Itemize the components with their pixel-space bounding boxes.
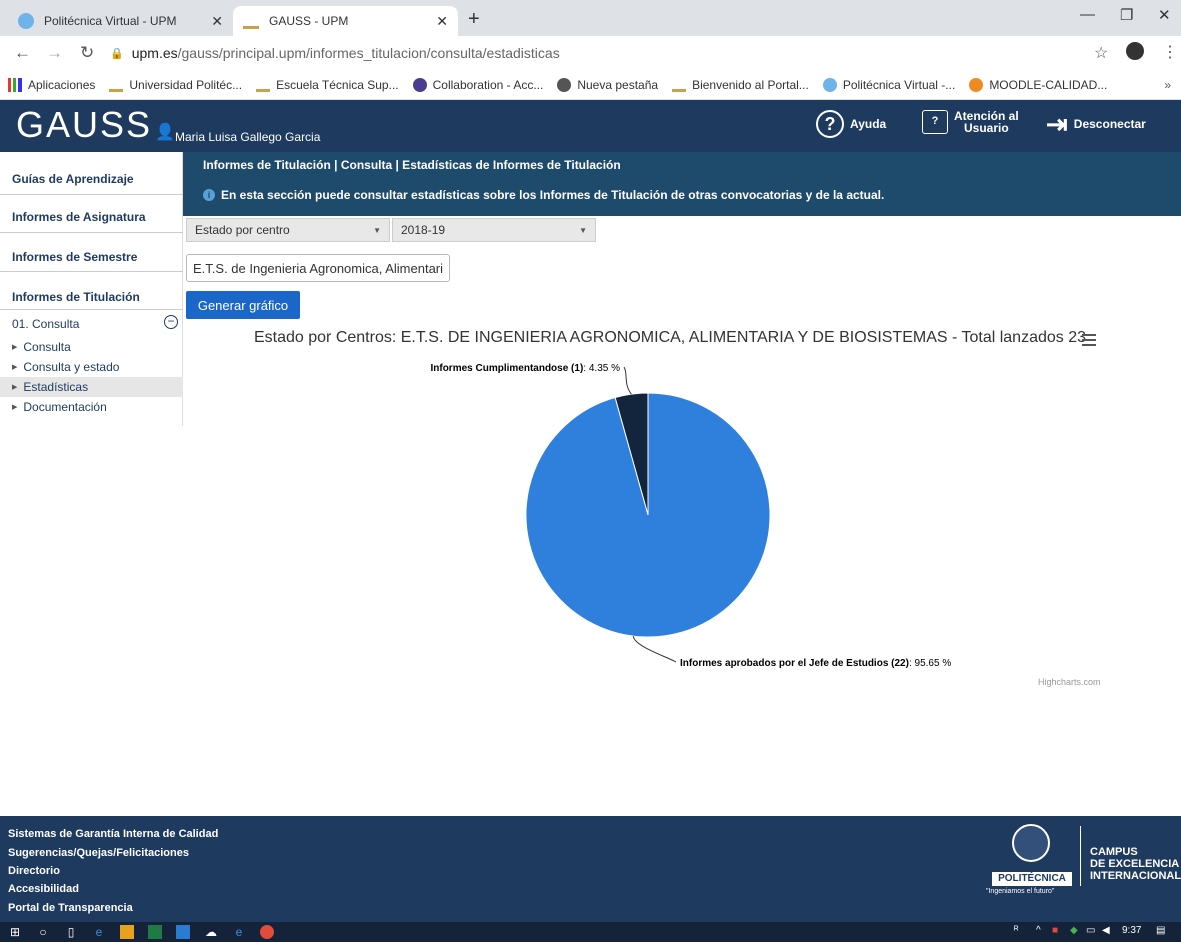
footer-link-sugerencias[interactable]: Sugerencias/Quejas/Felicitaciones [8, 847, 189, 859]
pie-slice[interactable] [525, 392, 771, 638]
notifications-icon[interactable]: ▤ [1156, 925, 1165, 936]
divider [1080, 826, 1081, 886]
excel-icon[interactable] [148, 925, 162, 939]
chrome-icon[interactable] [260, 925, 274, 939]
campus-excelencia: CAMPUS DE EXCELENCIA INTERNACIONAL [1090, 846, 1181, 882]
upm-crest-icon [1012, 824, 1050, 862]
footer-link-directorio[interactable]: Directorio [8, 865, 60, 877]
footer-link-accesibilidad[interactable]: Accesibilidad [8, 883, 79, 895]
data-label: Informes aprobados por el Jefe de Estudi… [680, 658, 951, 669]
footer-link-transparencia[interactable]: Portal de Transparencia [8, 902, 133, 914]
people-icon[interactable]: ᴿ [1014, 925, 1019, 936]
tray-chevron-icon[interactable]: ^ [1036, 925, 1041, 936]
clock: 9:37 [1122, 925, 1142, 936]
security-icon[interactable]: ◆ [1070, 925, 1078, 936]
highcharts-credits[interactable]: Highcharts.com [1038, 677, 1101, 687]
upm-motto: "Ingeniamos el futuro" [986, 888, 1055, 895]
task-view-icon[interactable]: ▯ [64, 925, 78, 939]
pie-chart: Informes Cumplimentandose (1): 4.35 % Inf… [430, 363, 951, 669]
windows-start-icon[interactable]: ⊞ [8, 925, 22, 939]
volume-icon[interactable]: ◀ [1102, 925, 1110, 936]
data-label: Informes Cumplimentandose (1): 4.35 % [430, 363, 620, 374]
ie-icon[interactable]: e [232, 925, 246, 939]
search-icon[interactable]: ○ [36, 925, 50, 939]
network-icon[interactable]: ▭ [1086, 925, 1095, 936]
upm-logo: POLITÉCNICA [992, 872, 1072, 886]
cloud-icon[interactable]: ☁ [204, 925, 218, 939]
connector-line [623, 366, 632, 395]
edge-icon[interactable]: e [92, 925, 106, 939]
outlook-icon[interactable] [120, 925, 134, 939]
pdf-icon[interactable]: ■ [1052, 925, 1058, 936]
connector-line [632, 635, 677, 663]
windows-taskbar: ⊞ ○ ▯ e ☁ e ᴿ ^ ■ ◆ ▭ ◀ 9:37 ▤ [0, 922, 1181, 942]
footer-link-sgic[interactable]: Sistemas de Garantía Interna de Calidad [8, 828, 218, 840]
footer: Sistemas de Garantía Interna de Calidad … [0, 816, 1181, 922]
explorer-icon[interactable] [176, 925, 190, 939]
